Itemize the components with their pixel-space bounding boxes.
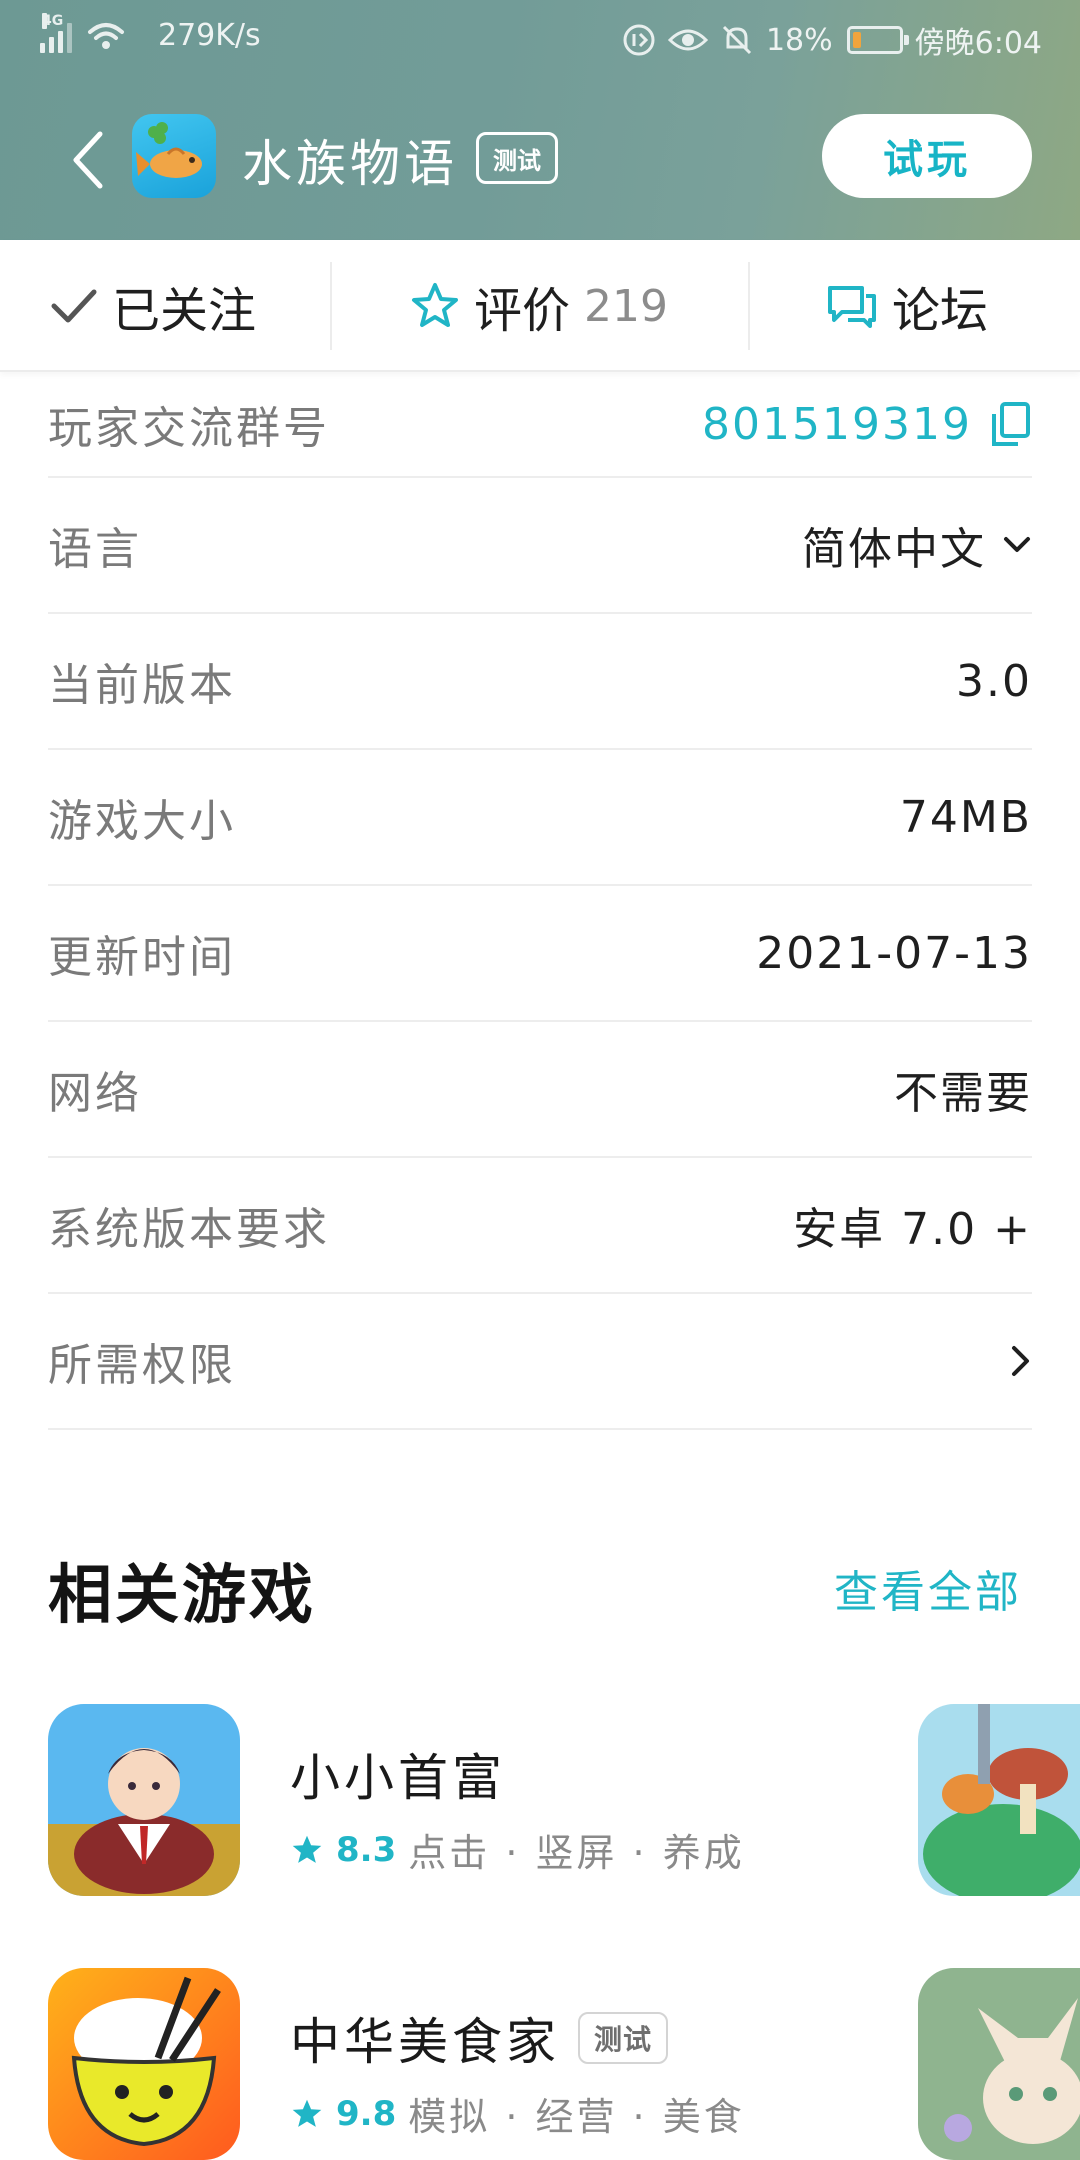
app-title: 水族物语 <box>242 135 458 193</box>
wifi-icon <box>88 22 124 49</box>
game-name: 小小首富 <box>290 1738 506 1810</box>
language-label: 语言 <box>48 524 142 575</box>
size-label: 游戏大小 <box>48 796 236 847</box>
os-label: 系统版本要求 <box>48 1204 330 1255</box>
data-saver-icon <box>623 24 655 56</box>
status-right: 18% 傍晚6:04 <box>622 18 1042 62</box>
star-outline-icon <box>412 283 458 327</box>
game-info-list: 玩家交流群号 801519319 语言 简体中文 当前版本 3.0 游戏大小 7… <box>48 372 1032 1430</box>
mushroom-game-thumbnail[interactable] <box>918 1704 1080 1896</box>
related-game-item[interactable]: 中华美食家 测试 9.8 模拟 · 经营 · 美食 <box>48 1968 1080 2160</box>
divider <box>330 262 332 350</box>
title-bar: 水族物语 测试 试玩 <box>0 80 1080 240</box>
star-filled-icon <box>292 1835 322 1863</box>
related-games-title: 相关游戏 <box>48 1559 316 1633</box>
info-row-size: 游戏大小 74MB <box>48 750 1032 886</box>
try-play-button[interactable]: 试玩 <box>822 114 1032 198</box>
rate-label: 评价 <box>474 283 571 339</box>
forum-button[interactable]: 论坛 <box>826 240 988 372</box>
game-name: 中华美食家 测试 <box>290 2002 669 2074</box>
follow-label: 已关注 <box>112 283 257 339</box>
network-type: 4G <box>42 12 64 29</box>
fish-app-icon <box>132 114 216 198</box>
checkmark-icon <box>51 289 97 323</box>
version-value: 3.0 <box>956 655 1032 707</box>
chat-bubbles-icon <box>828 286 876 328</box>
clock: 傍晚6:04 <box>914 26 1042 61</box>
app-header: 4G 279K/s 18% 傍晚6:04 水族物语 测试 试玩 <box>0 0 1080 240</box>
game-title: 小小首富 <box>290 1749 506 1807</box>
action-bar: 已关注 评价 219 论坛 <box>0 240 1080 372</box>
game-tags: 模拟 · 经营 · 美食 <box>408 2095 745 2139</box>
battery-fill <box>852 32 861 48</box>
info-row-permissions[interactable]: 所需权限 <box>48 1294 1032 1430</box>
divider <box>748 262 750 350</box>
rate-count: 219 <box>584 280 668 332</box>
chevron-down-icon <box>1004 537 1030 552</box>
chevron-left-icon <box>73 131 103 189</box>
group-number[interactable]: 801519319 <box>702 399 1032 450</box>
businessman-game-icon[interactable] <box>48 1704 240 1896</box>
group-value: 801519319 <box>702 398 972 450</box>
info-row-network: 网络 不需要 <box>48 1022 1032 1158</box>
info-row-updated: 更新时间 2021-07-13 <box>48 886 1032 1022</box>
info-row-version: 当前版本 3.0 <box>48 614 1032 750</box>
follow-button[interactable]: 已关注 <box>50 240 256 372</box>
size-value: 74MB <box>899 791 1032 843</box>
permissions-label: 所需权限 <box>48 1340 236 1391</box>
info-row-language[interactable]: 语言 简体中文 <box>48 478 1032 614</box>
test-badge: 测试 <box>578 2012 669 2064</box>
back-button[interactable] <box>62 128 112 192</box>
status-bar: 4G 279K/s 18% 傍晚6:04 <box>0 0 1080 80</box>
star-filled-icon <box>292 2099 322 2127</box>
updated-label: 更新时间 <box>48 932 236 983</box>
network-speed: 279K/s <box>158 18 261 53</box>
battery-percent: 18% <box>765 22 833 58</box>
battery-icon <box>846 26 909 54</box>
copy-icon[interactable] <box>988 400 1032 448</box>
related-game-item[interactable]: 小小首富 8.3 点击 · 竖屏 · 养成 <box>48 1704 1080 1896</box>
game-score: 8.3 <box>336 1829 397 1870</box>
info-row-group: 玩家交流群号 801519319 <box>48 372 1032 478</box>
updated-value: 2021-07-13 <box>756 927 1032 979</box>
game-meta: 8.3 点击 · 竖屏 · 养成 <box>290 1822 745 1877</box>
info-row-os: 系统版本要求 安卓 7.0 + <box>48 1158 1032 1294</box>
network-value: 不需要 <box>894 1068 1032 1119</box>
eye-icon <box>667 29 708 51</box>
game-score: 9.8 <box>336 2093 397 2134</box>
test-badge: 测试 <box>476 132 558 184</box>
game-tags: 点击 · 竖屏 · 养成 <box>408 1831 745 1875</box>
rate-button[interactable]: 评价 219 <box>410 240 668 372</box>
game-meta: 9.8 模拟 · 经营 · 美食 <box>290 2086 745 2141</box>
chevron-right-icon <box>1012 1346 1029 1376</box>
network-label: 网络 <box>48 1068 142 1119</box>
see-all-link[interactable]: 查看全部 <box>834 1556 1022 1620</box>
rice-bowl-game-icon[interactable] <box>48 1968 240 2160</box>
forum-label: 论坛 <box>892 283 989 339</box>
language-value: 简体中文 <box>802 524 986 575</box>
group-label: 玩家交流群号 <box>48 403 330 454</box>
cat-game-thumbnail[interactable] <box>918 1968 1080 2160</box>
game-title: 中华美食家 <box>290 2013 560 2071</box>
mute-bell-icon <box>722 25 751 55</box>
os-value: 安卓 7.0 + <box>793 1204 1032 1255</box>
version-label: 当前版本 <box>48 660 236 711</box>
signal-icon: 4G <box>40 12 72 53</box>
status-left: 4G 279K/s <box>40 12 261 53</box>
language-select[interactable]: 简体中文 <box>802 513 1032 577</box>
